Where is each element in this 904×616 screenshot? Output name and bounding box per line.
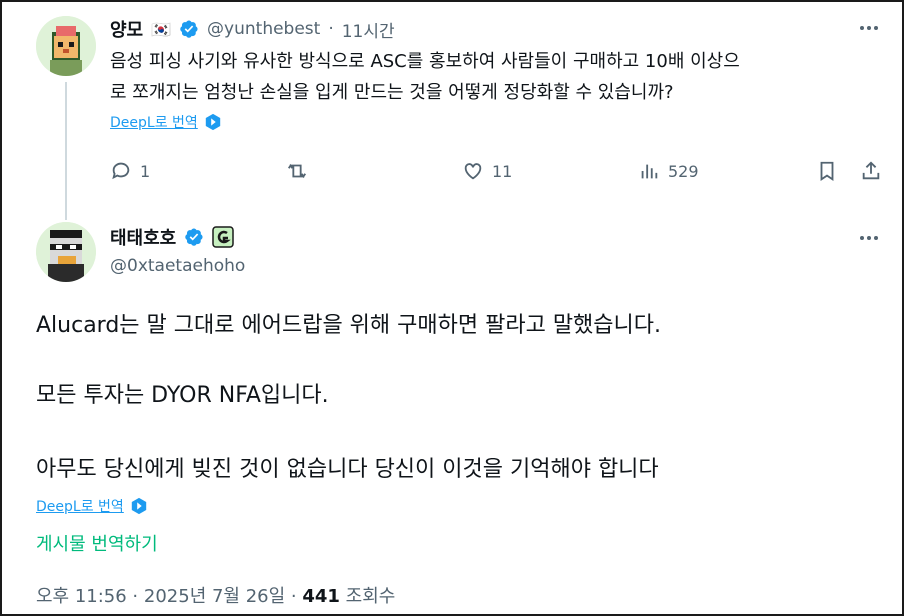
share-action[interactable]	[860, 160, 882, 182]
views-count: 529	[668, 161, 699, 181]
avatar-yunthebest[interactable]	[36, 16, 96, 76]
timestamp[interactable]: 11시간	[342, 17, 395, 42]
pixel-avatar-icon	[36, 222, 96, 282]
reply-count: 1	[140, 161, 151, 181]
views-label: 조회수	[339, 586, 396, 607]
heart-icon	[464, 163, 482, 180]
translate-link[interactable]: DeepL로 번역	[36, 496, 124, 516]
main-paragraph: 모든 투자는 DYOR NFA입니다.	[36, 383, 329, 408]
tweet-timestamp[interactable]: 오후 11:56 · 2025년 7월 26일 ·	[36, 586, 302, 607]
main-paragraph: Alucard는 말 그대로 에어드랍을 위해 구매하면 팔라고 말했습니다.	[36, 313, 662, 338]
reply-text-line: 음성 피싱 사기와 유사한 방식으로 ASC를 홍보하여 사람들이 구매하고 1…	[110, 51, 740, 72]
main-header: 태태호호	[110, 224, 234, 250]
pixel-avatar-icon	[36, 16, 96, 76]
reply-text-line: 로 쪼개지는 엄청난 손실을 입게 만드는 것을 어떻게 정당화할 수 있습니까…	[110, 82, 674, 103]
analytics-icon	[641, 164, 658, 179]
retweet-action[interactable]	[286, 160, 316, 182]
like-action[interactable]: 11	[462, 160, 512, 182]
reply-translate[interactable]: DeepL로 번역	[110, 112, 222, 132]
verified-badge-icon	[180, 20, 198, 38]
reply-action[interactable]: 1	[110, 160, 150, 182]
main-translate[interactable]: DeepL로 번역	[36, 496, 148, 516]
translate-link[interactable]: DeepL로 번역	[110, 112, 198, 132]
main-paragraph: 아무도 당신에게 빚진 것이 없습니다 당신이 이것을 기억해야 합니다	[36, 457, 659, 482]
deepl-icon	[131, 497, 146, 515]
views-number: 441	[302, 586, 340, 607]
handle[interactable]: @0xtaetaehoho	[110, 256, 245, 276]
more-options-icon[interactable]	[860, 26, 878, 30]
more-options-icon[interactable]	[860, 236, 878, 240]
reply-header: 양모 🇰🇷 @yunthebest · 11시간	[110, 16, 395, 42]
korea-flag-icon: 🇰🇷	[151, 19, 172, 39]
affiliate-badge-icon	[212, 226, 234, 248]
views-action[interactable]: 529	[638, 160, 699, 182]
reply-text: 음성 피싱 사기와 유사한 방식으로 ASC를 홍보하여 사람들이 구매하고 1…	[110, 46, 890, 108]
translate-post-link[interactable]: 게시물 번역하기	[36, 530, 158, 556]
retweet-icon	[287, 163, 307, 179]
avatar-0xtaetaehoho[interactable]	[36, 222, 96, 282]
display-name[interactable]: 양모	[110, 16, 143, 42]
comment-icon	[112, 162, 130, 180]
bookmark-action[interactable]	[816, 160, 838, 182]
tweet-meta: 오후 11:56 · 2025년 7월 26일 · 441 조회수	[36, 582, 395, 608]
separator: ·	[328, 19, 334, 39]
deepl-icon	[205, 113, 220, 131]
display-name[interactable]: 태태호호	[110, 224, 176, 250]
share-icon	[862, 161, 880, 180]
thread-connector	[65, 82, 67, 220]
like-count: 11	[492, 161, 513, 181]
bookmark-icon	[820, 161, 834, 181]
verified-badge-icon	[185, 228, 203, 246]
handle[interactable]: @yunthebest	[207, 19, 320, 39]
